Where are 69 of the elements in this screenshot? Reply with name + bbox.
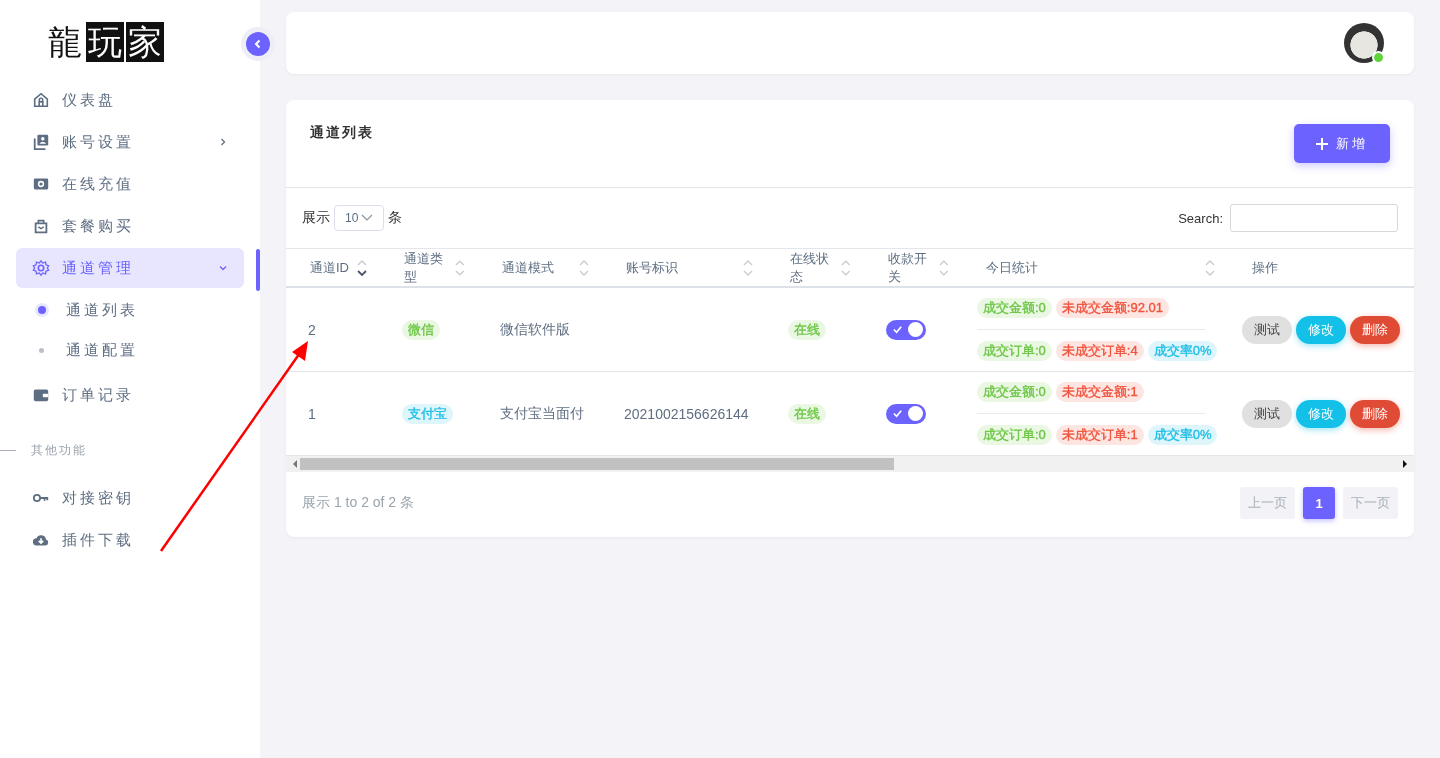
- avatar[interactable]: [1344, 23, 1384, 63]
- column-header[interactable]: 操作: [1252, 258, 1278, 277]
- collapse-button[interactable]: [241, 27, 275, 61]
- logo-character: 龍: [47, 22, 83, 62]
- horizontal-scrollbar[interactable]: [286, 456, 1414, 472]
- length-label: 展示: [302, 209, 330, 227]
- gear-icon: [32, 259, 50, 277]
- nav-subitem[interactable]: 通道配置: [16, 330, 244, 370]
- plus-icon: [1316, 137, 1328, 150]
- status-tag: 在线: [788, 319, 826, 340]
- shopping-bag-icon: [32, 217, 50, 235]
- stat-tag: 未成交订单:1: [1055, 425, 1144, 445]
- type-tag: 支付宝: [402, 403, 453, 424]
- length-label: 条: [388, 209, 403, 227]
- column-header[interactable]: 在线状态: [790, 249, 841, 286]
- toggle-switch[interactable]: [886, 319, 926, 340]
- table-cell: 1: [308, 405, 316, 422]
- search-label: Search:: [1178, 210, 1223, 226]
- chevron-down-icon: [361, 214, 374, 222]
- page-size-select[interactable]: 10: [334, 205, 385, 231]
- stat-tag: 成交金额:0: [977, 382, 1052, 402]
- nav-item[interactable]: 仪表盘: [16, 80, 244, 120]
- delete-button[interactable]: 删除: [1350, 399, 1400, 428]
- status-tag: 在线: [788, 403, 826, 424]
- section-heading: 其他功能: [31, 441, 87, 459]
- add-button[interactable]: 新增: [1294, 124, 1390, 163]
- check-icon: [892, 324, 903, 335]
- stat-tag: 成交订单:0: [977, 425, 1052, 445]
- nav-item[interactable]: 对接密钥: [16, 478, 244, 518]
- test-button[interactable]: 测试: [1242, 399, 1292, 428]
- nav-item[interactable]: 在线充值: [16, 164, 244, 204]
- table-cell: 2021002156626144: [624, 405, 749, 422]
- column-header[interactable]: 今日统计: [986, 258, 1038, 277]
- stat-tag: 未成交金额:1: [1055, 382, 1144, 402]
- search-field[interactable]: [1230, 204, 1398, 232]
- sort-icon[interactable]: [356, 258, 368, 277]
- contact-card-icon: [32, 133, 50, 151]
- toggle-switch[interactable]: [886, 403, 926, 424]
- nav-item[interactable]: 套餐购买: [16, 206, 244, 246]
- page-button[interactable]: 1: [1303, 487, 1335, 519]
- logo-character: 家: [126, 22, 164, 62]
- column-header[interactable]: 收款开关: [888, 249, 939, 286]
- stat-tag: 成交订单:0: [977, 341, 1052, 361]
- card-title: 通道列表: [310, 124, 374, 142]
- chevron-left-icon: [253, 39, 263, 49]
- test-button[interactable]: 测试: [1242, 315, 1292, 344]
- table-cell: 2: [308, 321, 316, 338]
- table-info: 展示 1 to 2 of 2 条: [302, 494, 415, 512]
- nav-item[interactable]: 订单记录: [16, 375, 244, 415]
- home-icon: [32, 91, 50, 109]
- logo-character: 玩: [86, 22, 124, 62]
- type-tag: 微信: [402, 319, 440, 340]
- column-header[interactable]: 通道模式: [502, 258, 554, 277]
- check-icon: [892, 408, 903, 419]
- table-cell: 微信软件版: [500, 320, 570, 337]
- nav-item[interactable]: 插件下载: [16, 520, 244, 560]
- nav-item[interactable]: 账号设置: [16, 122, 244, 162]
- delete-button[interactable]: 删除: [1350, 315, 1400, 344]
- column-header[interactable]: 通道类型: [404, 249, 455, 286]
- table-cell: 支付宝当面付: [500, 404, 584, 421]
- column-header[interactable]: 通道ID: [310, 258, 349, 277]
- column-header[interactable]: 账号标识: [626, 258, 678, 277]
- nav-item[interactable]: 通道管理: [16, 248, 244, 288]
- stat-tag: 成交金额:0: [977, 298, 1052, 318]
- stat-tag: 成交率0%: [1147, 425, 1218, 445]
- stat-tag: 未成交金额:92.01: [1055, 298, 1169, 318]
- nav-subitem[interactable]: 通道列表: [16, 290, 244, 330]
- stat-tag: 未成交订单:4: [1055, 341, 1144, 361]
- stat-tag: 成交率0%: [1147, 341, 1218, 361]
